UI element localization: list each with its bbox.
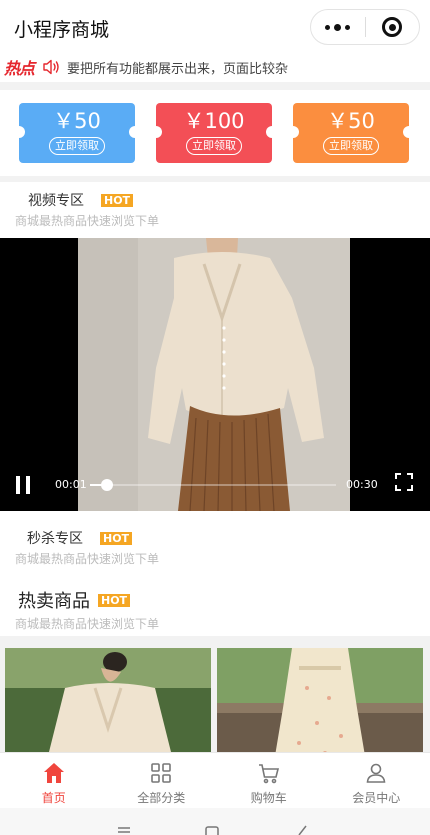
hot-badge: HOT — [98, 593, 131, 607]
tab-label: 会员中心 — [352, 791, 401, 805]
coupon-row: ￥50 立即领取 ￥100 立即领取 ￥50 立即领取 — [0, 90, 430, 176]
tab-home[interactable]: 首页 — [0, 753, 108, 808]
divider — [0, 176, 430, 182]
video-controls: 00:01 00:30 — [0, 461, 430, 511]
video-progress-bar[interactable] — [90, 479, 336, 491]
home-icon — [43, 763, 64, 783]
divider — [0, 82, 430, 90]
section-subtitle: 商城最热商品快速浏览下单 — [15, 552, 160, 566]
tab-label: 首页 — [41, 791, 66, 805]
hot-logo: 热点 — [4, 59, 35, 78]
pause-button[interactable] — [16, 476, 30, 494]
coupon-card[interactable]: ￥100 立即领取 — [150, 103, 278, 163]
hot-badge: HOT — [101, 193, 134, 207]
hot-section-header: 热卖商品 HOT 商城最热商品快速浏览下单 — [0, 587, 430, 632]
video-section-header: 视频专区 HOT 商城最热商品快速浏览下单 — [0, 190, 430, 229]
section-title: 视频专区 — [28, 193, 84, 209]
section-title: 秒杀专区 — [27, 531, 83, 547]
product-card[interactable] — [5, 648, 211, 754]
grid-icon — [151, 763, 172, 783]
coupon-card[interactable]: ￥50 立即领取 — [287, 103, 415, 163]
user-icon — [366, 763, 386, 783]
video-current-time: 00:01 — [55, 478, 87, 491]
section-subtitle: 商城最热商品快速浏览下单 — [15, 214, 160, 228]
notice-bar[interactable]: 热点 要把所有功能都展示出来，页面比较杂 — [0, 52, 430, 82]
hot-badge: HOT — [100, 531, 133, 545]
notice-text: 要把所有功能都展示出来，页面比较杂 — [67, 61, 289, 77]
dot-icon — [334, 23, 342, 31]
fullscreen-icon[interactable] — [395, 473, 413, 491]
video-player[interactable]: 00:01 00:30 — [0, 238, 430, 511]
speaker-icon — [42, 59, 60, 75]
tab-categories[interactable]: 全部分类 — [108, 753, 216, 808]
claim-coupon-button[interactable]: 立即领取 — [186, 137, 242, 155]
cart-icon — [258, 764, 279, 784]
bottom-tab-bar: 首页 全部分类 购物车 会员中心 — [0, 752, 430, 808]
page-title: 小程序商城 — [14, 19, 110, 41]
dot-icon — [325, 24, 331, 30]
more-menu-button[interactable] — [311, 10, 365, 44]
section-subtitle: 商城最热商品快速浏览下单 — [15, 617, 160, 631]
product-grid — [0, 644, 430, 754]
video-duration: 00:30 — [346, 478, 378, 491]
divider — [0, 636, 430, 644]
video-progress-handle[interactable] — [101, 479, 114, 491]
miniprogram-capsule — [310, 9, 420, 45]
tab-member[interactable]: 会员中心 — [323, 753, 430, 808]
product-card[interactable] — [217, 648, 423, 754]
section-title: 热卖商品 — [18, 591, 90, 612]
tab-label: 购物车 — [250, 791, 287, 805]
coupon-amount: ￥100 — [183, 109, 245, 133]
tab-label: 全部分类 — [137, 791, 186, 805]
close-miniprogram-button[interactable] — [365, 10, 419, 44]
coupon-amount: ￥50 — [327, 109, 375, 133]
app-header: 小程序商城 — [0, 0, 430, 52]
target-icon — [382, 17, 403, 37]
tab-cart[interactable]: 购物车 — [215, 753, 323, 808]
seckill-section-header: 秒杀专区 HOT 商城最热商品快速浏览下单 — [0, 528, 430, 567]
coupon-amount: ￥50 — [53, 109, 101, 133]
system-nav-bar — [0, 808, 430, 835]
dot-icon — [345, 24, 351, 30]
claim-coupon-button[interactable]: 立即领取 — [323, 137, 379, 155]
claim-coupon-button[interactable]: 立即领取 — [49, 137, 105, 155]
coupon-card[interactable]: ￥50 立即领取 — [13, 103, 141, 163]
